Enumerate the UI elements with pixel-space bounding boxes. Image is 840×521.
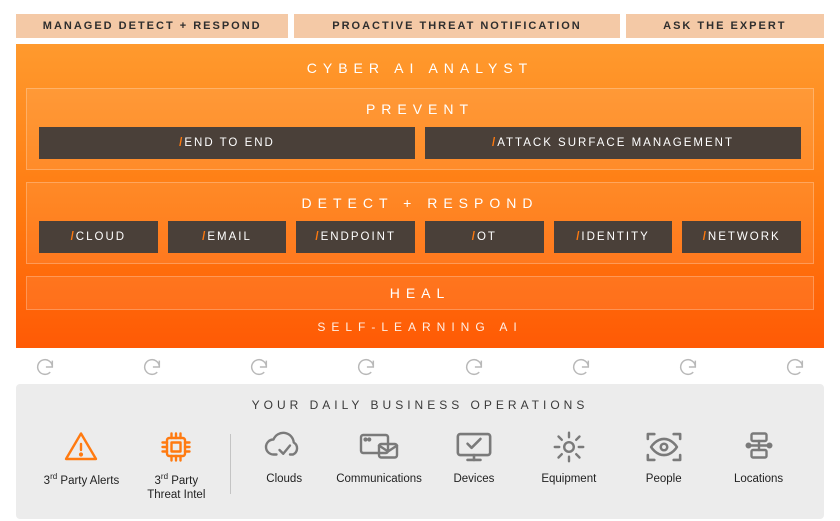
- sync-icon: [355, 356, 377, 378]
- sync-row: [16, 348, 824, 384]
- op-label: Communications: [332, 472, 427, 486]
- top-tabs: MANAGED DETECT + RESPOND PROACTIVE THREA…: [16, 14, 824, 38]
- analyst-title: CYBER AI ANALYST: [26, 52, 814, 88]
- prevent-title: PREVENT: [39, 99, 801, 127]
- op-label: Devices: [427, 472, 522, 486]
- op-label: Equipment: [521, 472, 616, 486]
- prevent-chip-attack-surface-management[interactable]: /ATTACK SURFACE MANAGEMENT: [425, 127, 801, 159]
- sync-icon: [677, 356, 699, 378]
- alert-triangle-icon: [61, 429, 101, 465]
- cloud-check-icon: [263, 429, 305, 465]
- chip-icon: [156, 429, 196, 465]
- mail-window-icon: [358, 429, 400, 465]
- sync-icon: [570, 356, 592, 378]
- detect-chip-endpoint[interactable]: /ENDPOINT: [296, 221, 415, 253]
- detect-chip-network[interactable]: /NETWORK: [682, 221, 801, 253]
- detect-title: DETECT + RESPOND: [39, 193, 801, 221]
- gear-icon: [549, 429, 589, 465]
- op-label: Locations: [711, 472, 806, 486]
- sync-icon: [784, 356, 806, 378]
- sync-icon: [248, 356, 270, 378]
- cyber-ai-analyst-panel: CYBER AI ANALYST PREVENT /END TO END /AT…: [16, 44, 824, 348]
- op-label: Clouds: [237, 472, 332, 486]
- op-item-devices: Devices: [427, 426, 522, 486]
- server-stack-icon: [739, 429, 779, 465]
- op-item-equipment: Equipment: [521, 426, 616, 486]
- heal-band[interactable]: HEAL: [26, 276, 814, 310]
- prevent-band: PREVENT /END TO END /ATTACK SURFACE MANA…: [26, 88, 814, 170]
- detect-respond-band: DETECT + RESPOND /CLOUD /EMAIL /ENDPOINT…: [26, 182, 814, 264]
- eye-scan-icon: [643, 429, 685, 465]
- tab-managed-detect-respond[interactable]: MANAGED DETECT + RESPOND: [16, 14, 288, 38]
- op-label: 3rd Party Alerts: [34, 472, 129, 488]
- op-item-communications: Communications: [332, 426, 427, 486]
- divider: [230, 434, 231, 494]
- op-label: People: [616, 472, 711, 486]
- op-item-threat-intel: 3rd PartyThreat Intel: [129, 426, 224, 503]
- sync-icon: [463, 356, 485, 378]
- operations-panel: YOUR DAILY BUSINESS OPERATIONS 3rd Party…: [16, 384, 824, 519]
- self-learning-ai-label: SELF-LEARNING AI: [26, 310, 814, 338]
- op-item-clouds: Clouds: [237, 426, 332, 486]
- op-item-locations: Locations: [711, 426, 806, 486]
- prevent-chip-end-to-end[interactable]: /END TO END: [39, 127, 415, 159]
- detect-chip-identity[interactable]: /IDENTITY: [554, 221, 673, 253]
- tab-ask-the-expert[interactable]: ASK THE EXPERT: [626, 14, 824, 38]
- operations-title: YOUR DAILY BUSINESS OPERATIONS: [34, 398, 806, 426]
- op-label: 3rd PartyThreat Intel: [129, 472, 224, 503]
- tab-proactive-threat-notification[interactable]: PROACTIVE THREAT NOTIFICATION: [294, 14, 619, 38]
- detect-chip-email[interactable]: /EMAIL: [168, 221, 287, 253]
- sync-icon: [34, 356, 56, 378]
- op-item-party-alerts: 3rd Party Alerts: [34, 426, 129, 488]
- op-item-people: People: [616, 426, 711, 486]
- sync-icon: [141, 356, 163, 378]
- detect-chip-ot[interactable]: /OT: [425, 221, 544, 253]
- detect-chip-cloud[interactable]: /CLOUD: [39, 221, 158, 253]
- device-check-icon: [453, 429, 495, 465]
